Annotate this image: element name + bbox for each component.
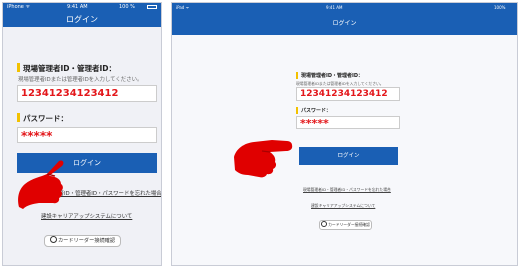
- page-title: ログイン: [66, 15, 98, 24]
- check-circle-icon: [49, 236, 57, 243]
- forgot-credentials-link[interactable]: 現場管理者ID・管理者ID・パスワードを忘れた場合: [303, 187, 391, 193]
- check-circle-icon: [321, 221, 328, 227]
- password-input[interactable]: *****: [17, 127, 157, 143]
- status-bar: iPad ᯤ 9:41 AM 100%: [172, 3, 517, 13]
- password-label-marker: [17, 113, 20, 122]
- password-label: パスワード：: [301, 108, 332, 114]
- id-label: 現場管理者ID・管理者ID：: [301, 73, 364, 79]
- password-label: パスワード：: [23, 114, 68, 123]
- card-reader-label: カードリーダー接続確認: [57, 238, 116, 244]
- id-label: 現場管理者ID・管理者ID：: [23, 64, 117, 73]
- pointing-hand-icon: [234, 140, 293, 178]
- battery-icon: [147, 5, 157, 9]
- nav-bar: ログイン: [3, 12, 161, 27]
- password-input[interactable]: *****: [296, 116, 400, 130]
- status-time: 9:41 AM: [67, 4, 88, 10]
- card-reader-button[interactable]: カードリーダー接続確認: [319, 220, 372, 230]
- page-title: ログイン: [332, 20, 357, 27]
- id-label-marker: [17, 63, 20, 72]
- battery-label: 100%: [494, 5, 506, 10]
- card-reader-button[interactable]: カードリーダー接続確認: [44, 235, 121, 247]
- ipad-screen: iPad ᯤ 9:41 AM 100% ログイン 現場管理者ID・管理者ID： …: [171, 2, 518, 266]
- carrier-label: iPad ᯤ: [176, 5, 190, 10]
- id-hint: 現場管理者IDまたは管理者IDを入力してください。: [18, 77, 143, 83]
- login-button[interactable]: ログイン: [299, 147, 398, 165]
- carrier-label: iPhone ᯤ: [7, 4, 31, 10]
- iphone-screen: iPhone ᯤ 9:41 AM 100 % ログイン 現場管理者ID・管理者I…: [2, 2, 162, 266]
- nav-bar: ログイン: [172, 13, 517, 35]
- id-label-marker: [296, 72, 298, 79]
- about-system-link[interactable]: 建設キャリアアップシステムについて: [311, 203, 375, 209]
- status-time: 9:41 AM: [326, 5, 343, 10]
- pointing-hand-icon: [18, 160, 64, 209]
- id-input[interactable]: 12341234123412: [296, 87, 400, 101]
- card-reader-label: カードリーダー接続確認: [328, 222, 370, 227]
- status-bar: iPhone ᯤ 9:41 AM 100 %: [3, 3, 161, 12]
- id-input[interactable]: 12341234123412: [17, 85, 157, 102]
- battery-label: 100 %: [119, 4, 135, 10]
- password-label-marker: [296, 107, 298, 114]
